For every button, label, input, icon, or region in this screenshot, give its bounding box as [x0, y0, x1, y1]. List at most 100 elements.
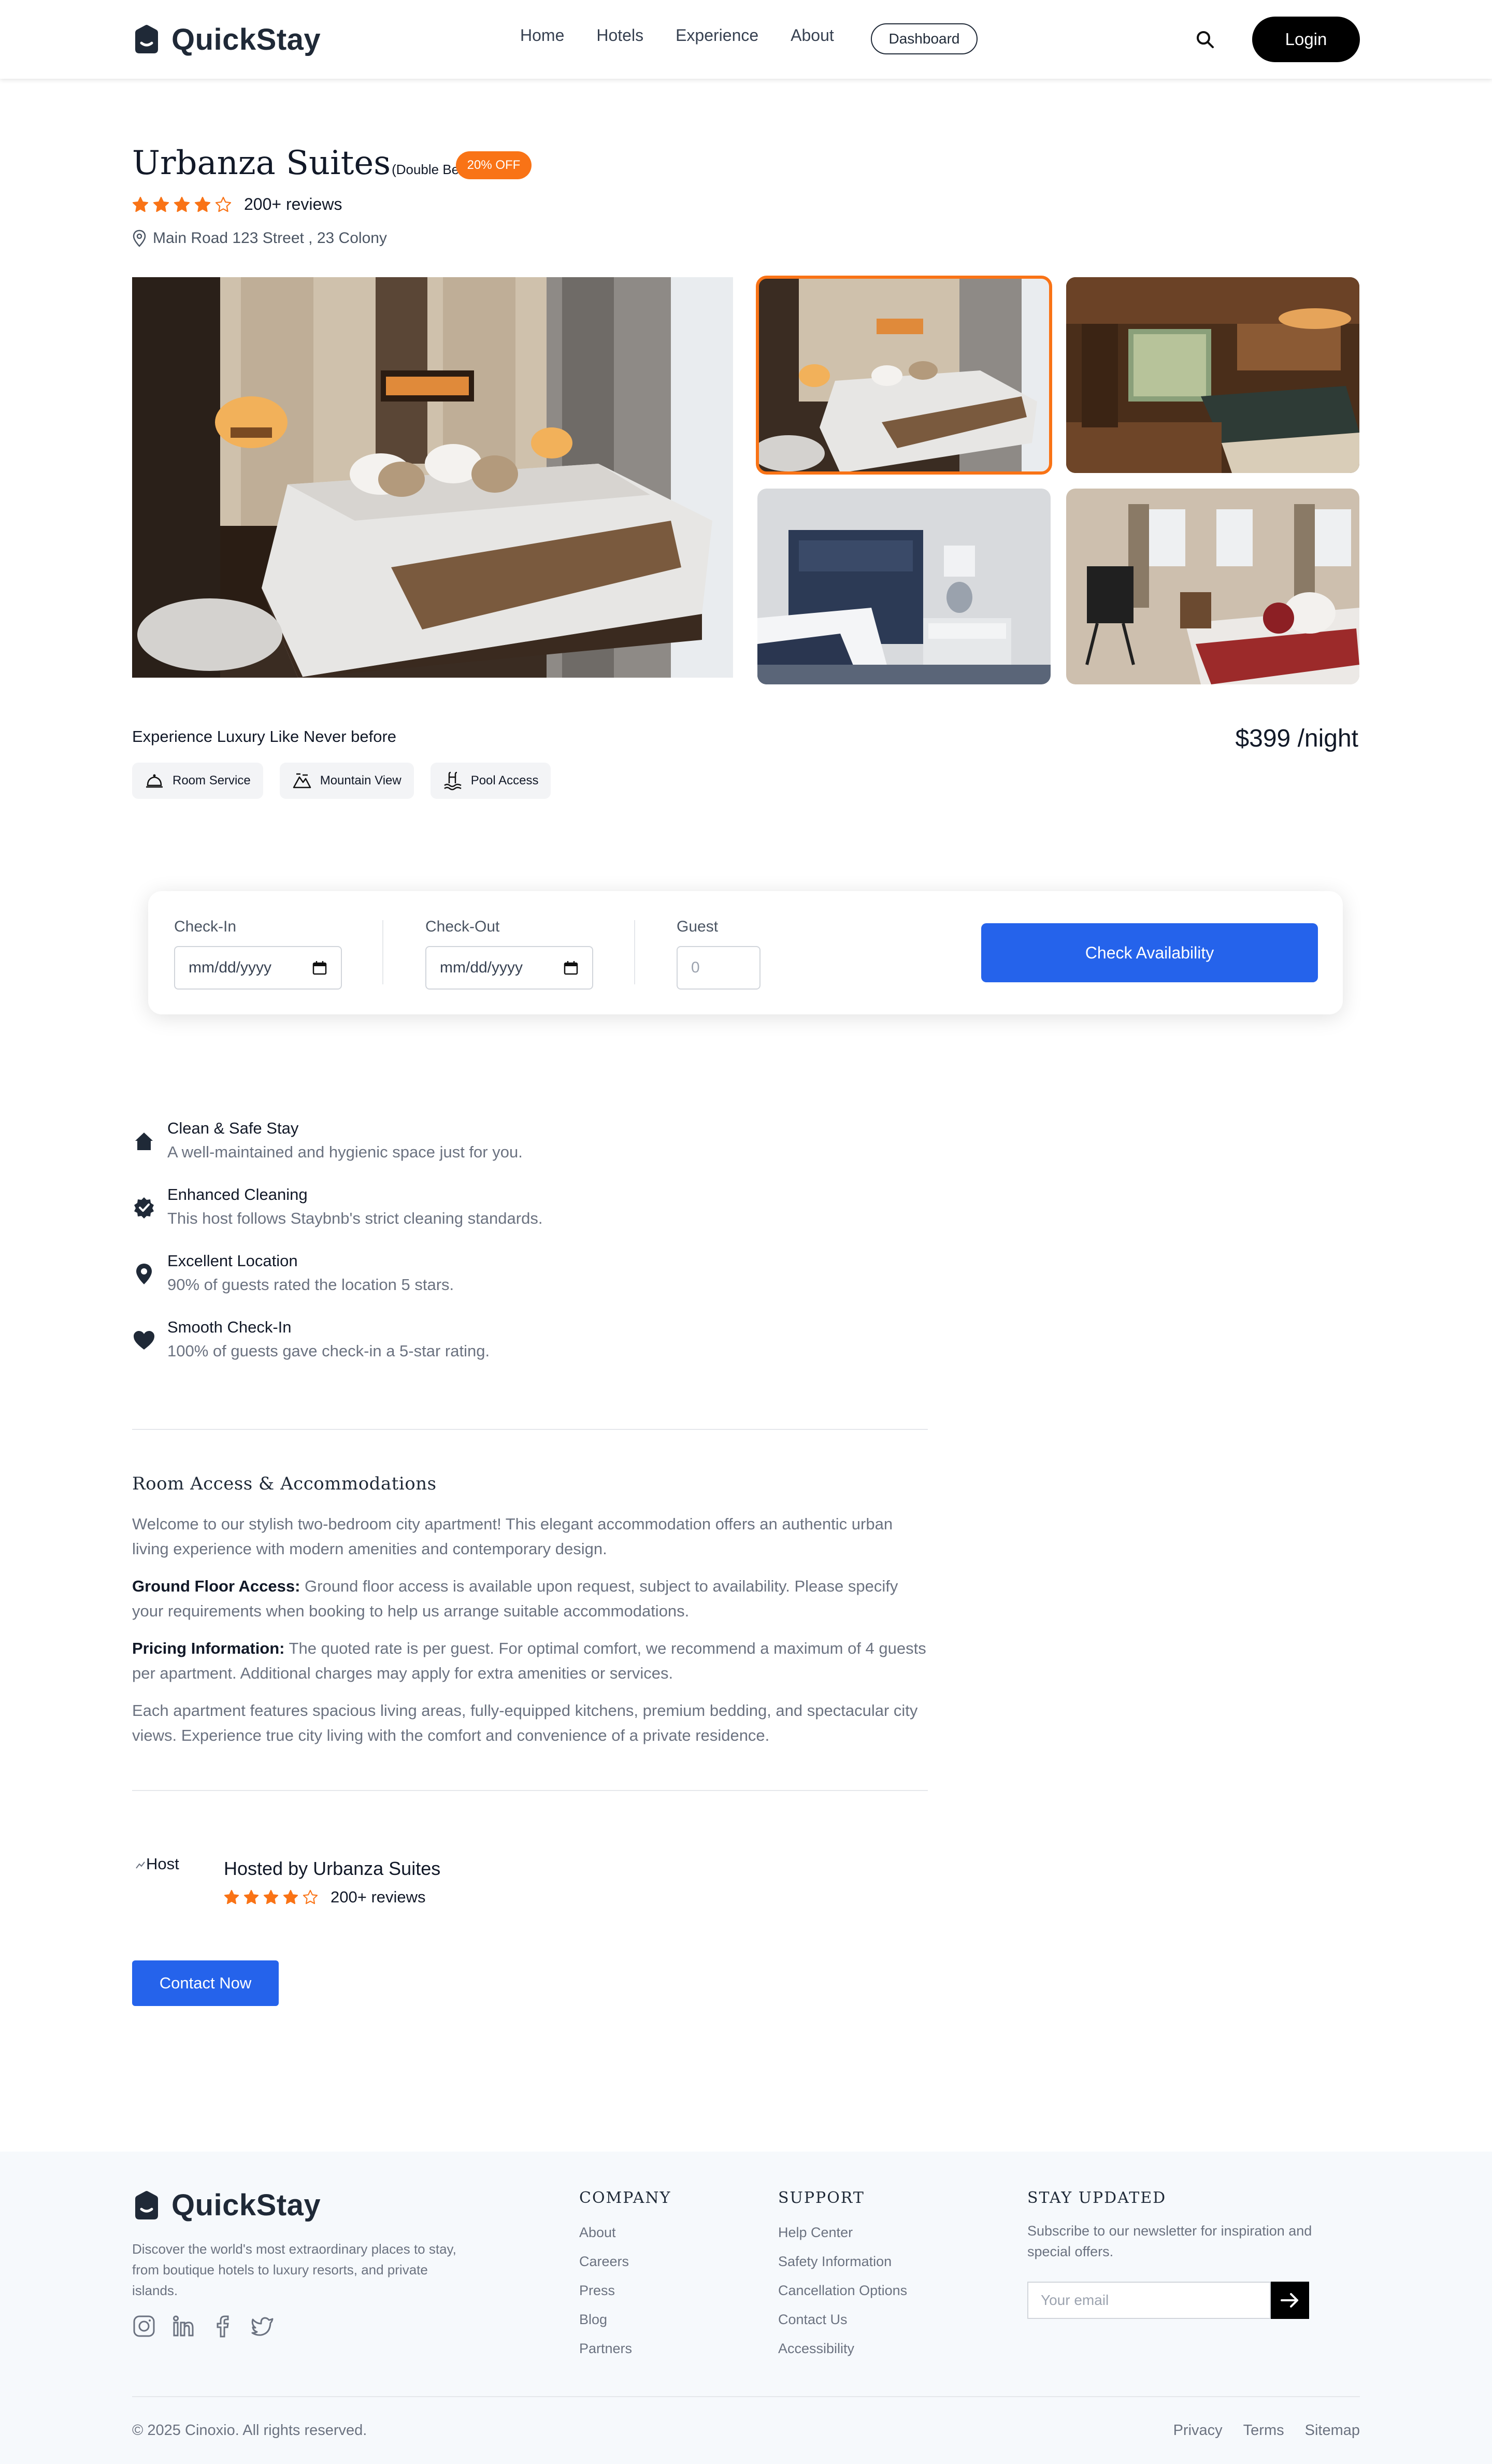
footer-brand[interactable]: QuickStay: [132, 2188, 321, 2223]
room-thumb-1[interactable]: [756, 276, 1052, 475]
checkout-label: Check-Out: [425, 918, 500, 935]
newsletter-email-input[interactable]: Your email: [1027, 2282, 1271, 2319]
pricing-label: Pricing Information:: [132, 1639, 285, 1657]
footer-link-press[interactable]: Press: [579, 2283, 671, 2312]
description-pricing: Pricing Information: The quoted rate is …: [132, 1636, 930, 1686]
room-thumb-4[interactable]: [1066, 489, 1359, 684]
checkout-input[interactable]: mm/dd/yyyy: [425, 946, 593, 990]
twitter-icon[interactable]: [250, 2314, 274, 2338]
star-filled-icon: [263, 1889, 279, 1904]
checkin-input[interactable]: mm/dd/yyyy: [174, 946, 342, 990]
footer-link-partners[interactable]: Partners: [579, 2341, 671, 2370]
linkedin-icon[interactable]: [171, 2314, 195, 2338]
newsletter-submit-button[interactable]: [1271, 2282, 1309, 2319]
footer-newsletter-title: STAY UPDATED: [1027, 2189, 1167, 2207]
review-count: 200+ reviews: [244, 195, 342, 213]
check-availability-button[interactable]: Check Availability: [981, 923, 1318, 982]
room-thumb-3[interactable]: [757, 489, 1051, 684]
star-filled-icon: [174, 196, 190, 212]
brand[interactable]: QuickStay: [132, 23, 321, 56]
footer-link-help-center[interactable]: Help Center: [778, 2225, 907, 2254]
footer-description: Discover the world's most extraordinary …: [132, 2241, 456, 2298]
divider: [634, 920, 635, 984]
star-rating: [132, 196, 232, 213]
nav-home[interactable]: Home: [520, 26, 564, 45]
highlight-title: Smooth Check-In: [167, 1318, 292, 1336]
social-links: [132, 2314, 274, 2338]
star-filled-icon: [132, 196, 149, 212]
broken-image-icon: [136, 1861, 145, 1869]
footer-link-cancellation[interactable]: Cancellation Options: [778, 2283, 907, 2312]
description-closing: Each apartment features spacious living …: [132, 1701, 918, 1744]
footer-company-col: COMPANY About Careers Press Blog Partner…: [579, 2189, 671, 2370]
newsletter-description: Subscribe to our newsletter for inspirat…: [1027, 2223, 1312, 2259]
ground-floor-label: Ground Floor Access:: [132, 1577, 300, 1595]
discount-badge: 20% OFF: [456, 151, 532, 179]
star-filled-icon: [153, 196, 169, 212]
hotel-name: Urbanza Suites: [132, 144, 391, 182]
highlight-title: Enhanced Cleaning: [167, 1185, 308, 1204]
description-intro: Welcome to our stylish two-bedroom city …: [132, 1515, 893, 1558]
guest-field: Guest 0: [677, 918, 761, 990]
star-empty-icon: [303, 1889, 318, 1904]
address-row: Main Road 123 Street , 23 Colony: [132, 230, 387, 247]
rating-row: 200+ reviews: [132, 195, 342, 214]
nav-experience[interactable]: Experience: [676, 26, 758, 45]
calendar-icon[interactable]: [563, 960, 579, 976]
nav-links: Home Hotels Experience About: [520, 26, 866, 45]
instagram-icon[interactable]: [132, 2314, 156, 2338]
checkin-label: Check-In: [174, 918, 237, 935]
host-avatar-alt: Host: [146, 1855, 179, 1873]
footer-link-careers[interactable]: Careers: [579, 2254, 671, 2283]
footer-link-terms[interactable]: Terms: [1243, 2422, 1284, 2439]
footer-company-title: COMPANY: [579, 2189, 671, 2207]
highlight-smooth-checkin: Smooth Check-In 100% of guests gave chec…: [132, 1318, 490, 1360]
highlight-title: Clean & Safe Stay: [167, 1119, 299, 1137]
footer-link-about[interactable]: About: [579, 2225, 671, 2254]
host-review-count: 200+ reviews: [331, 1888, 426, 1906]
section-divider: [132, 1429, 928, 1430]
host-star-rating: [224, 1889, 318, 1905]
footer-support-title: SUPPORT: [778, 2189, 865, 2207]
star-empty-icon: [215, 196, 232, 212]
host-name: Hosted by Urbanza Suites: [224, 1858, 441, 1879]
nav-about[interactable]: About: [791, 26, 834, 45]
calendar-icon[interactable]: [312, 960, 327, 976]
nav-hotels[interactable]: Hotels: [596, 26, 643, 45]
room-thumb-2[interactable]: [1066, 277, 1359, 473]
hotel-address: Main Road 123 Street , 23 Colony: [153, 230, 387, 247]
footer-link-safety[interactable]: Safety Information: [778, 2254, 907, 2283]
footer-newsletter-col: STAY UPDATED Subscribe to our newsletter…: [1027, 2189, 1343, 2319]
tagline: Experience Luxury Like Never before: [132, 727, 397, 746]
contact-now-button[interactable]: Contact Now: [132, 1960, 279, 2006]
amenity-label: Pool Access: [470, 773, 539, 787]
copyright: © 2025 Cinoxio. All rights reserved.: [132, 2422, 367, 2439]
footer-divider: [132, 2396, 1360, 2397]
guest-input[interactable]: 0: [677, 946, 761, 990]
price-per-night: $399 /night: [1235, 725, 1358, 752]
amenity-label: Mountain View: [320, 773, 401, 787]
amenity-chips: Room Service Mountain View Pool Access: [132, 763, 551, 799]
highlight-enhanced-cleaning: Enhanced Cleaning This host follows Stay…: [132, 1185, 542, 1228]
checkout-field: Check-Out mm/dd/yyyy: [425, 918, 593, 990]
amenity-room-service: Room Service: [132, 763, 263, 799]
search-icon[interactable]: [1195, 29, 1215, 50]
heart-icon: [134, 1331, 154, 1350]
facebook-icon[interactable]: [211, 2314, 235, 2338]
footer-link-sitemap[interactable]: Sitemap: [1305, 2422, 1360, 2439]
navbar: QuickStay Home Hotels Experience About D…: [0, 0, 1492, 79]
footer: QuickStay Discover the world's most extr…: [0, 2152, 1492, 2464]
dashboard-button[interactable]: Dashboard: [871, 23, 978, 54]
footer-link-privacy[interactable]: Privacy: [1173, 2422, 1223, 2439]
highlight-desc: 90% of guests rated the location 5 stars…: [167, 1276, 454, 1294]
star-filled-icon: [283, 1889, 298, 1904]
footer-link-contact[interactable]: Contact Us: [778, 2312, 907, 2341]
footer-link-accessibility[interactable]: Accessibility: [778, 2341, 907, 2370]
house-logo-icon: [135, 25, 158, 53]
main-room-photo: [132, 277, 733, 678]
login-button[interactable]: Login: [1252, 17, 1360, 62]
footer-link-blog[interactable]: Blog: [579, 2312, 671, 2341]
section-divider: [132, 1790, 928, 1791]
footer-support-col: SUPPORT Help Center Safety Information C…: [778, 2189, 907, 2370]
highlight-title: Excellent Location: [167, 1252, 298, 1270]
